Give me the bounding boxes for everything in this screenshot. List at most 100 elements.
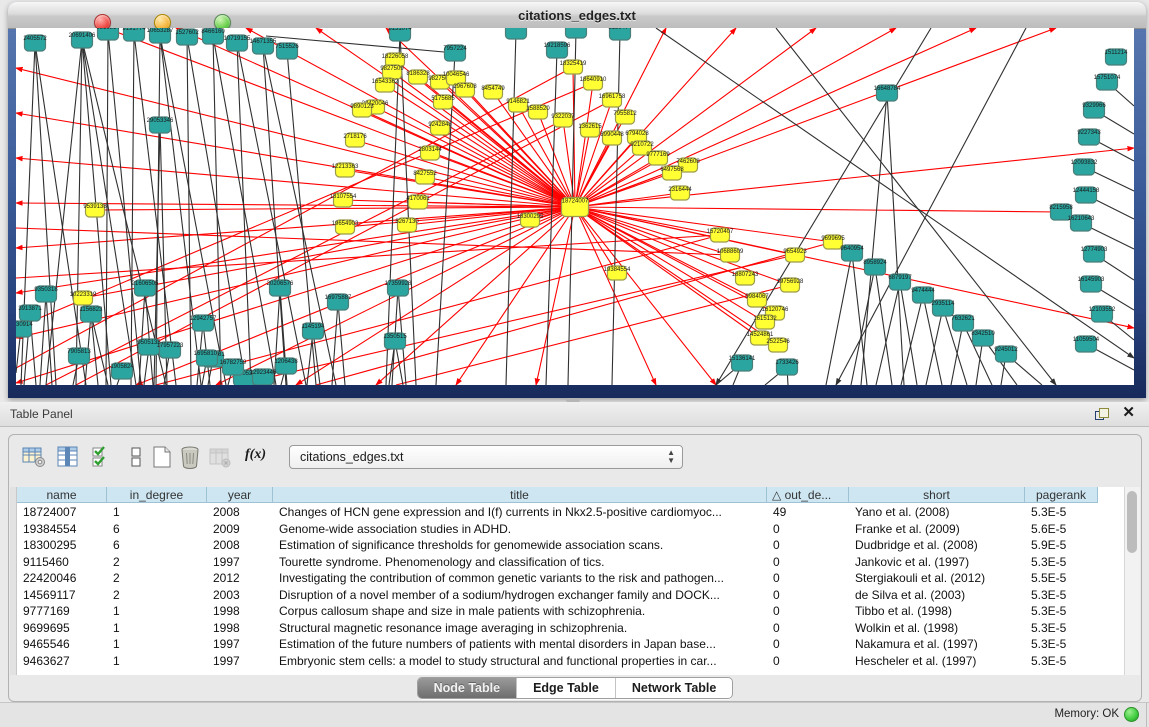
memory-status-label: Memory: OK [1054, 708, 1119, 720]
tab-edge-table[interactable]: Edge Table [517, 678, 616, 698]
column-header-pagerank[interactable]: pagerank [1025, 487, 1098, 503]
graph-edge[interactable] [575, 207, 765, 322]
delete-table-icon [207, 445, 233, 469]
graph-edge[interactable] [35, 43, 86, 385]
table-cell: 0 [767, 570, 849, 587]
network-canvas[interactable]: 2405572206914069519814919177410653287152… [16, 28, 1134, 385]
graph-edge[interactable] [612, 32, 620, 385]
graph-edge[interactable] [951, 323, 963, 385]
function-builder-icon[interactable]: f(x) [245, 447, 271, 471]
table-row[interactable]: 946554611997Estimation of the future num… [17, 636, 1098, 653]
close-panel-icon[interactable]: ✕ [1122, 405, 1135, 421]
table-panel-header[interactable]: Table Panel ✕ [0, 402, 1149, 427]
column-header-title[interactable]: title [273, 487, 767, 503]
graph-edge[interactable] [108, 32, 141, 385]
graph-edge[interactable] [506, 31, 516, 385]
graph-edge[interactable] [456, 207, 575, 385]
graph-edge[interactable] [575, 28, 736, 207]
graph-edge[interactable] [213, 36, 221, 385]
column-header-in_degree[interactable]: in_degree [107, 487, 207, 503]
table-row[interactable]: 1456911722003Disruption of a novel membe… [17, 587, 1098, 604]
graph-node-label: 1557234 [564, 28, 588, 29]
graph-node-label: 10046546 [443, 72, 470, 78]
graph-node-label: 7957224 [443, 46, 467, 52]
table-cell: Tourette syndrome. Phenomenology and cla… [273, 554, 767, 571]
graph-node-label: 9777169 [646, 152, 670, 158]
table-toolbar: f(x) citations_edges.txt ▲▼ [9, 443, 1141, 473]
table-row[interactable]: 1938455462009Genome-wide association stu… [17, 521, 1098, 538]
graph-edge[interactable] [187, 37, 191, 385]
column-header-short[interactable]: short [849, 487, 1025, 503]
graph-edge[interactable] [95, 207, 575, 210]
table-cell: Hescheler et al. (1997) [849, 653, 1025, 670]
graph-node-label: 9984067 [745, 294, 769, 300]
table-cell: 1 [107, 620, 207, 637]
table-cell: 2003 [207, 587, 273, 604]
graph-edge[interactable] [237, 43, 306, 385]
tab-network-table[interactable]: Network Table [616, 678, 733, 698]
row-height-icon[interactable] [123, 445, 149, 469]
table-select-combo[interactable]: citations_edges.txt ▲▼ [289, 445, 683, 469]
tab-node-table[interactable]: Node Table [418, 678, 517, 698]
new-table-icon[interactable] [149, 445, 175, 469]
graph-edge[interactable] [656, 28, 1134, 358]
table-row[interactable]: 977716911998Corpus callosum shape and si… [17, 603, 1098, 620]
vertical-scrollbar[interactable] [1124, 487, 1140, 675]
graph-edge[interactable] [213, 36, 276, 385]
graph-edge[interactable] [776, 28, 1056, 385]
table-cell: 2008 [207, 504, 273, 521]
graph-node-label: 9827509 [380, 66, 404, 72]
table-header-row: namein_degreeyeartitle△ out_de...shortpa… [17, 487, 1098, 504]
graph-node-label: 19654903 [332, 221, 359, 227]
graph-node-label: 18724007 [562, 199, 589, 205]
graph-node-label: 20691406 [69, 33, 96, 39]
graph-edge[interactable] [236, 255, 795, 385]
scrollbar-thumb[interactable] [1127, 491, 1137, 553]
graph-node-label: 1588520 [526, 106, 550, 112]
table-cell: 0 [767, 587, 849, 604]
graph-node-label: 2405572 [23, 36, 47, 42]
table-row[interactable]: 911546021997Tourette syndrome. Phenomeno… [17, 554, 1098, 571]
graph-node-label: 2803144 [418, 147, 442, 153]
graph-edge[interactable] [826, 253, 852, 385]
table-cell: 5.3E-5 [1025, 587, 1098, 604]
graph-node-label: 12213363 [332, 164, 359, 170]
graph-edge[interactable] [237, 43, 251, 385]
graph-edge[interactable] [575, 207, 1061, 212]
table-cell: 1997 [207, 554, 273, 571]
table-row[interactable]: 2242004622012Investigating the contribut… [17, 570, 1098, 587]
column-header-name[interactable]: name [17, 487, 107, 503]
graph-edge[interactable] [887, 93, 904, 385]
table-row[interactable]: 1872400712008Changes of HCN gene express… [17, 504, 1098, 521]
column-header-out_de[interactable]: △ out_de... [767, 487, 849, 503]
graph-edge[interactable] [35, 43, 56, 385]
graph-node-label: 20206576 [267, 281, 294, 287]
graph-edge[interactable] [131, 33, 134, 385]
table-cell: 5.3E-5 [1025, 603, 1098, 620]
table-column-icon[interactable] [55, 445, 81, 469]
graph-edge[interactable] [575, 207, 833, 242]
graph-edge[interactable] [575, 28, 976, 207]
column-header-year[interactable]: year [207, 487, 273, 503]
graph-edge[interactable] [575, 28, 1056, 207]
splitter-grip[interactable] [566, 398, 580, 402]
float-panel-icon[interactable] [1095, 408, 1109, 420]
graph-edge[interactable] [338, 302, 345, 385]
table-cell: 0 [767, 653, 849, 670]
graph-node-label: 9322037 [551, 114, 575, 120]
graph-edge[interactable] [332, 302, 338, 385]
graph-edge[interactable] [396, 285, 790, 385]
graph-edge[interactable] [106, 28, 575, 207]
window-titlebar[interactable]: citations_edges.txt [8, 2, 1146, 29]
graph-node[interactable] [566, 28, 587, 38]
table-row[interactable]: 969969511998Structural magnetic resonanc… [17, 620, 1098, 637]
table-cell: Structural magnetic resonance image aver… [273, 620, 767, 637]
graph-node-label: 4170061 [406, 196, 430, 202]
table-row[interactable]: 1830029562008Estimation of significance … [17, 537, 1098, 554]
delete-rows-icon[interactable] [177, 445, 203, 469]
graph-edge[interactable] [575, 207, 1134, 328]
table-row[interactable]: 946362711997Embryonic stem cells: a mode… [17, 653, 1098, 670]
table-settings-icon[interactable] [21, 445, 47, 469]
select-rows-icon[interactable] [89, 445, 115, 469]
table-cell: Disruption of a novel member of a sodium… [273, 587, 767, 604]
